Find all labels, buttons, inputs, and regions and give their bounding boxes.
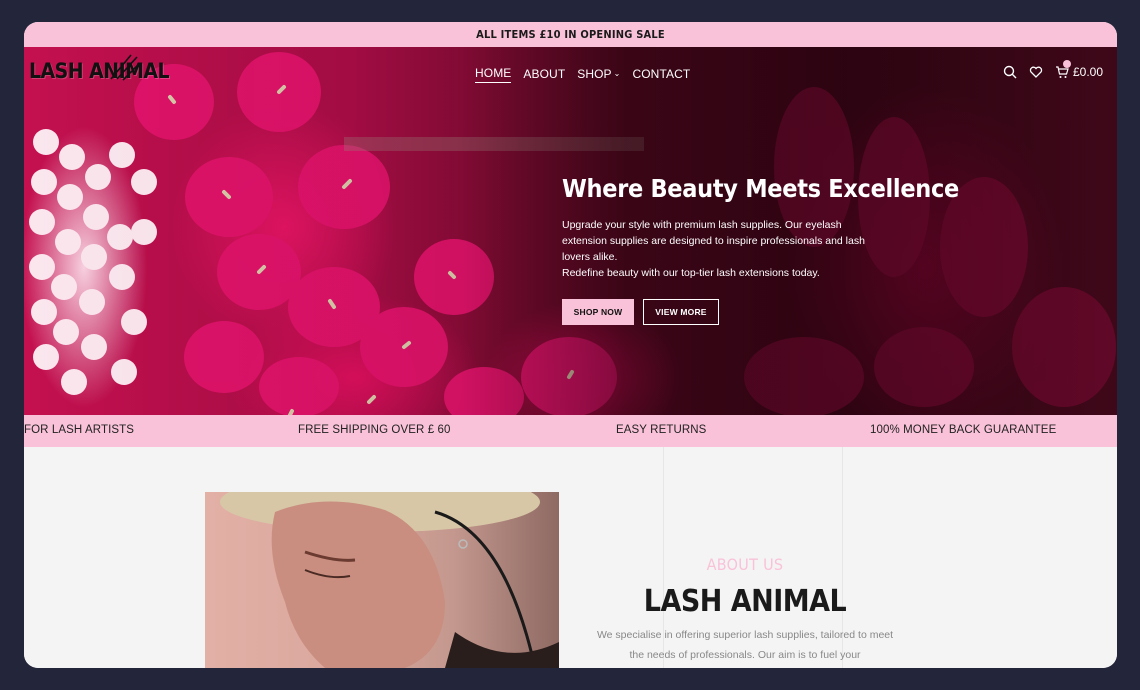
hero-tagline: Redefine beauty with our top-tier lash e…: [562, 267, 820, 279]
features-strip: FOR LASH ARTISTS FREE SHIPPING OVER £ 60…: [24, 415, 1117, 447]
hero-title: Where Beauty Meets Excellence: [562, 174, 960, 203]
about-text: ABOUT US LASH ANIMAL We specialise in of…: [595, 555, 895, 665]
hero-description: Upgrade your style with premium lash sup…: [562, 219, 865, 263]
hero-banner: Where Beauty Meets Excellence Upgrade yo…: [24, 47, 1117, 415]
feature-lash-artists: FOR LASH ARTISTS: [24, 424, 135, 436]
cart-count-badge: [1062, 60, 1071, 68]
cart-total: £0.00: [1072, 65, 1103, 79]
about-body: We specialise in offering superior lash …: [596, 629, 894, 661]
about-kicker: ABOUT US: [706, 555, 784, 574]
logo-scratch-icon: [110, 54, 139, 81]
announcement-text: ALL ITEMS £10 IN OPENING SALE: [476, 28, 665, 41]
logo-text-lash: LASH: [29, 59, 84, 83]
search-icon[interactable]: [1003, 65, 1017, 79]
cart-button[interactable]: £0.00: [1055, 60, 1103, 79]
browser-window: ALL ITEMS £10 IN OPENING SALE Where Beau…: [24, 22, 1117, 668]
nav-contact[interactable]: CONTACT: [632, 66, 690, 83]
about-title: LASH ANIMAL: [643, 584, 847, 619]
main-nav: HOME ABOUT SHOP ⌄ CONTACT: [475, 66, 690, 83]
chevron-down-icon: ⌄: [613, 69, 621, 78]
feature-money-back: 100% MONEY BACK GUARANTEE: [870, 424, 1057, 436]
announcement-bar: ALL ITEMS £10 IN OPENING SALE: [24, 22, 1117, 47]
nav-shop[interactable]: SHOP ⌄: [577, 66, 620, 83]
nav-about[interactable]: ABOUT: [523, 66, 565, 83]
about-photo: [205, 492, 559, 668]
about-section: ABOUT US LASH ANIMAL We specialise in of…: [24, 447, 1117, 668]
view-more-button[interactable]: VIEW MORE: [643, 299, 719, 325]
logo[interactable]: LASH ANIMAL: [29, 59, 170, 89]
header-actions: £0.00: [1003, 60, 1103, 79]
nav-shop-label: SHOP: [577, 66, 612, 81]
shop-now-button[interactable]: SHOP NOW: [562, 299, 634, 325]
feature-easy-returns: EASY RETURNS: [616, 424, 707, 436]
heart-icon[interactable]: [1029, 65, 1043, 79]
hero-content: Where Beauty Meets Excellence Upgrade yo…: [562, 174, 960, 325]
nav-home[interactable]: HOME: [475, 66, 512, 83]
site-header: LASH ANIMAL HOME ABOUT SHOP ⌄ CONTACT £0…: [24, 47, 1117, 99]
feature-free-shipping: FREE SHIPPING OVER £ 60: [298, 424, 451, 436]
